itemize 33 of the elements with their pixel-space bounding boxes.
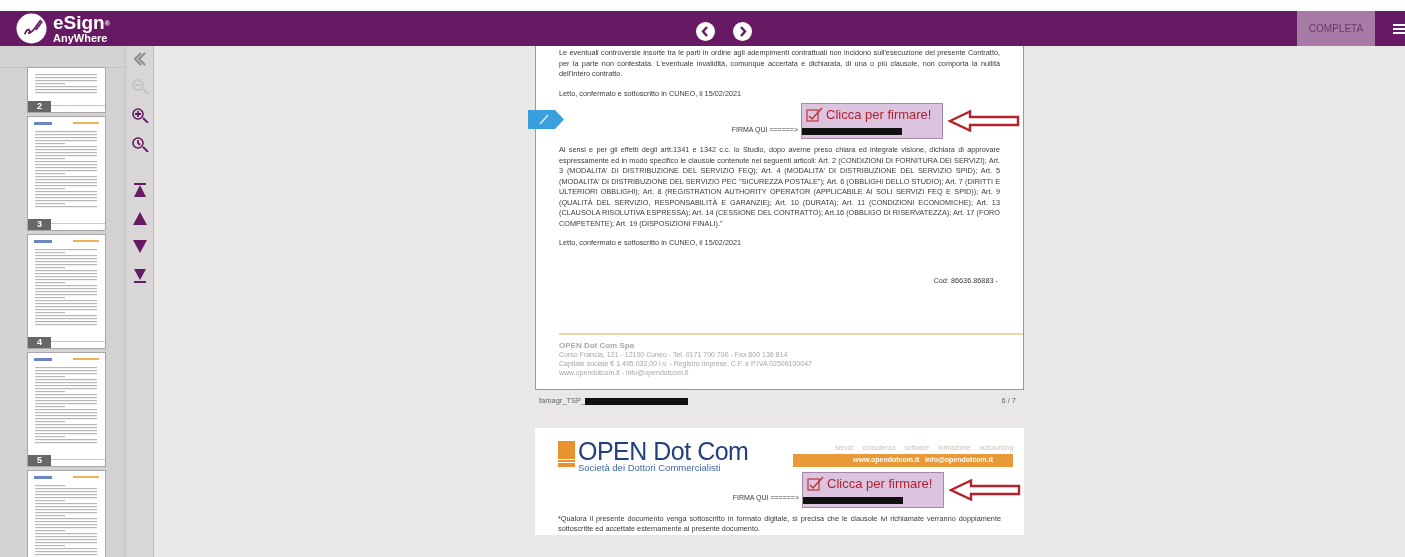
page-thumbnail[interactable]: 5 [27,352,106,467]
company-title: OPEN Dot Com [578,438,749,463]
signature-marker-icon[interactable] [528,110,564,129]
zoom-in-button[interactable] [130,106,149,123]
page-number-label: 2 [28,101,51,112]
page-thumbnail[interactable]: 3 [27,116,106,231]
next-page-icon [130,238,149,255]
page-thumbnail[interactable]: 4 [27,234,106,349]
company-logo-icon [558,440,575,467]
zoom-reset-button[interactable] [130,135,149,152]
page-number-label: 5 [28,455,51,466]
sign-here-button[interactable]: Clicca per firmare! [801,103,943,139]
company-tagline: Società dei Dottori Commercialisti [578,462,722,472]
next-page-button[interactable] [130,238,149,255]
page-thumbnail[interactable]: 2 [27,67,106,113]
checkbox-icon [807,475,824,491]
previous-button[interactable] [695,19,715,38]
checkbox-icon [806,107,823,122]
brand-subtitle: AnyWhere [53,33,109,44]
collapse-icon [133,52,146,66]
company-name: OPEN Dot Com Spa [559,341,636,351]
previous-page-icon [130,210,149,227]
page-number-label: 4 [28,337,51,348]
sign-here-button[interactable]: Clicca per firmare! [802,471,944,508]
arrow-drawing [949,478,1021,501]
previous-page-button[interactable] [130,210,149,227]
page-thumbnail[interactable] [27,470,106,557]
menu-icon[interactable] [1393,23,1405,34]
arrow-drawing [948,110,1020,132]
zoom-in-icon [130,106,149,123]
page-number-label: 3 [28,219,51,230]
next-button[interactable] [732,19,752,38]
zoom-reset-icon [130,135,149,152]
